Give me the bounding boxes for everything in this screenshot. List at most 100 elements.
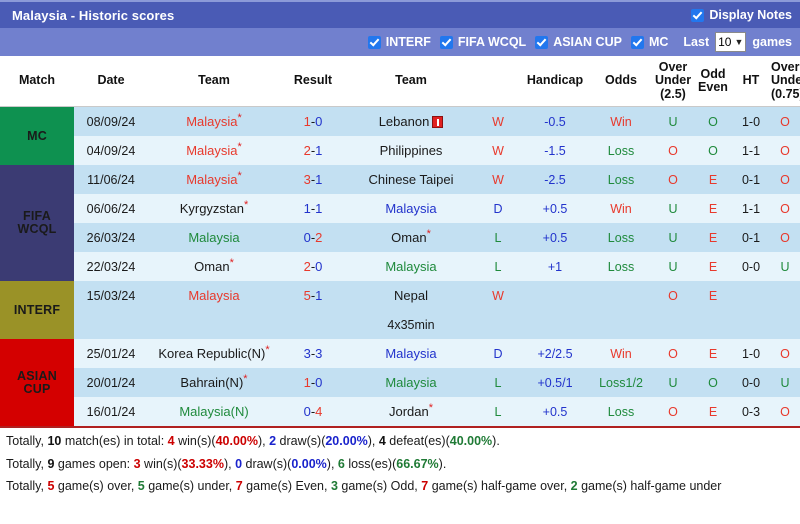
- half-time-score: 0-1: [742, 173, 760, 187]
- odd-even-value: E: [709, 405, 717, 419]
- cell-team-away[interactable]: Malaysia: [346, 339, 476, 368]
- filter-asian-cup[interactable]: ASIAN CUP: [535, 35, 622, 49]
- table-row[interactable]: FIFAWCQL11/06/24Malaysia*3-1Chinese Taip…: [0, 165, 800, 194]
- col-header-handicap[interactable]: Handicap: [520, 56, 590, 107]
- checkbox-icon[interactable]: [631, 36, 644, 49]
- games-count-select[interactable]: 10 ▼: [715, 32, 746, 52]
- cell-result[interactable]: 3-1: [280, 165, 346, 194]
- team-away-name[interactable]: Lebanon: [379, 114, 430, 129]
- filter-fifa-wcql[interactable]: FIFA WCQL: [440, 35, 526, 49]
- team-home-name[interactable]: Oman: [194, 259, 229, 274]
- table-row[interactable]: INTERF15/03/24Malaysia5-1NepalWOE: [0, 281, 800, 310]
- team-away-name[interactable]: Malaysia: [385, 346, 436, 361]
- team-home-name[interactable]: Bahrain(N): [180, 375, 243, 390]
- competition-badge[interactable]: ASIANCUP: [0, 339, 74, 426]
- cell-team-away[interactable]: Chinese Taipei: [346, 165, 476, 194]
- col-header-over-under-075[interactable]: Over Under (0.75): [770, 56, 800, 107]
- col-header-ht[interactable]: HT: [732, 56, 770, 107]
- col-header-result[interactable]: Result: [280, 56, 346, 107]
- cell-team-away[interactable]: Lebanon: [346, 107, 476, 137]
- score-away: 1: [315, 201, 322, 216]
- display-notes-toggle[interactable]: Display Notes: [691, 8, 792, 22]
- cell-result[interactable]: 0-2: [280, 223, 346, 252]
- cell-result[interactable]: 2-0: [280, 252, 346, 281]
- cell-result[interactable]: 2-1: [280, 136, 346, 165]
- cell-team-home[interactable]: Malaysia*: [148, 165, 280, 194]
- summary-text: match(es) in total:: [61, 434, 167, 448]
- cell-team-away[interactable]: Malaysia: [346, 368, 476, 397]
- table-body: MC08/09/24Malaysia*1-0LebanonW-0.5WinUO1…: [0, 107, 800, 427]
- col-header-odd-even[interactable]: Odd Even: [694, 56, 732, 107]
- over-under-25-value: U: [668, 231, 677, 245]
- cell-result[interactable]: 1-0: [280, 368, 346, 397]
- team-away-name[interactable]: Philippines: [380, 143, 443, 158]
- cell-team-home[interactable]: Malaysia: [148, 223, 280, 252]
- team-away-name[interactable]: Oman: [391, 230, 426, 245]
- team-home-name[interactable]: Malaysia: [186, 172, 237, 187]
- cell-team-away[interactable]: Philippines: [346, 136, 476, 165]
- table-row[interactable]: 04/09/24Malaysia*2-1PhilippinesW-1.5Loss…: [0, 136, 800, 165]
- score-away: 0: [315, 375, 322, 390]
- cell-team-home[interactable]: Bahrain(N)*: [148, 368, 280, 397]
- col-header-match[interactable]: Match: [0, 56, 74, 107]
- cell-team-away[interactable]: Oman*: [346, 223, 476, 252]
- checkbox-icon[interactable]: [691, 9, 704, 22]
- filter-mc[interactable]: MC: [631, 35, 668, 49]
- table-row[interactable]: 20/01/24Bahrain(N)*1-0MalaysiaL+0.5/1Los…: [0, 368, 800, 397]
- cell-team-away[interactable]: Malaysia: [346, 252, 476, 281]
- team-away-name[interactable]: Nepal: [394, 288, 428, 303]
- cell-ht: 0-1: [732, 223, 770, 252]
- team-home-name[interactable]: Malaysia: [186, 114, 237, 129]
- cell-result[interactable]: 3-3: [280, 339, 346, 368]
- table-row[interactable]: ASIANCUP25/01/24Korea Republic(N)*3-3Mal…: [0, 339, 800, 368]
- team-away-name[interactable]: Malaysia: [385, 375, 436, 390]
- competition-badge[interactable]: INTERF: [0, 281, 74, 339]
- col-header-over-under-25[interactable]: Over Under (2.5): [652, 56, 694, 107]
- cell-team-home[interactable]: Kyrgyzstan*: [148, 194, 280, 223]
- table-row[interactable]: 22/03/24Oman*2-0MalaysiaL+1LossUE0-0U: [0, 252, 800, 281]
- cell-team-home[interactable]: Malaysia: [148, 281, 280, 310]
- page-title: Malaysia - Historic scores: [12, 8, 174, 23]
- cell-team-away[interactable]: Malaysia: [346, 194, 476, 223]
- cell-team-home[interactable]: Oman*: [148, 252, 280, 281]
- competition-badge[interactable]: MC: [0, 107, 74, 166]
- team-away-name[interactable]: Malaysia: [385, 201, 436, 216]
- cell-team-home[interactable]: Malaysia*: [148, 107, 280, 137]
- team-away-name[interactable]: Jordan: [389, 404, 429, 419]
- cell-result[interactable]: 1-1: [280, 194, 346, 223]
- col-header-team-away[interactable]: Team: [346, 56, 476, 107]
- cell-team-home[interactable]: Korea Republic(N)*: [148, 339, 280, 368]
- cell-team-away[interactable]: Jordan*: [346, 397, 476, 426]
- table-row[interactable]: 06/06/24Kyrgyzstan*1-1MalaysiaD+0.5WinUE…: [0, 194, 800, 223]
- cell-date: 26/03/24: [74, 223, 148, 252]
- cell-team-away[interactable]: Nepal: [346, 281, 476, 310]
- cell-result[interactable]: 0-4: [280, 397, 346, 426]
- cell-result[interactable]: 5-1: [280, 281, 346, 310]
- cell-team-home[interactable]: Malaysia(N): [148, 397, 280, 426]
- summary-text: ),: [224, 457, 235, 471]
- filter-interf[interactable]: INTERF: [368, 35, 431, 49]
- team-away-name[interactable]: Chinese Taipei: [368, 172, 453, 187]
- cell-result[interactable]: 1-0: [280, 107, 346, 137]
- team-home-name[interactable]: Korea Republic(N): [158, 346, 265, 361]
- col-header-date[interactable]: Date: [74, 56, 148, 107]
- historic-scores-page: Malaysia - Historic scores Display Notes…: [0, 0, 800, 524]
- table-row[interactable]: 26/03/24Malaysia0-2Oman*L+0.5LossUE0-1O: [0, 223, 800, 252]
- table-row[interactable]: 16/01/24Malaysia(N)0-4Jordan*L+0.5LossOE…: [0, 397, 800, 426]
- table-row[interactable]: MC08/09/24Malaysia*1-0LebanonW-0.5WinUO1…: [0, 107, 800, 137]
- team-away-name[interactable]: Malaysia: [385, 259, 436, 274]
- odds-value: Loss: [608, 231, 634, 245]
- team-home-name[interactable]: Malaysia: [188, 230, 239, 245]
- team-home-name[interactable]: Malaysia: [186, 143, 237, 158]
- team-home-name[interactable]: Malaysia: [188, 288, 239, 303]
- team-home-name[interactable]: Malaysia(N): [179, 404, 248, 419]
- cell-team-home[interactable]: Malaysia*: [148, 136, 280, 165]
- summary-win-pct: 40.00%: [216, 434, 258, 448]
- competition-badge[interactable]: FIFAWCQL: [0, 165, 74, 281]
- checkbox-icon[interactable]: [440, 36, 453, 49]
- checkbox-icon[interactable]: [535, 36, 548, 49]
- col-header-odds[interactable]: Odds: [590, 56, 652, 107]
- col-header-team-home[interactable]: Team: [148, 56, 280, 107]
- checkbox-icon[interactable]: [368, 36, 381, 49]
- team-home-name[interactable]: Kyrgyzstan: [180, 201, 244, 216]
